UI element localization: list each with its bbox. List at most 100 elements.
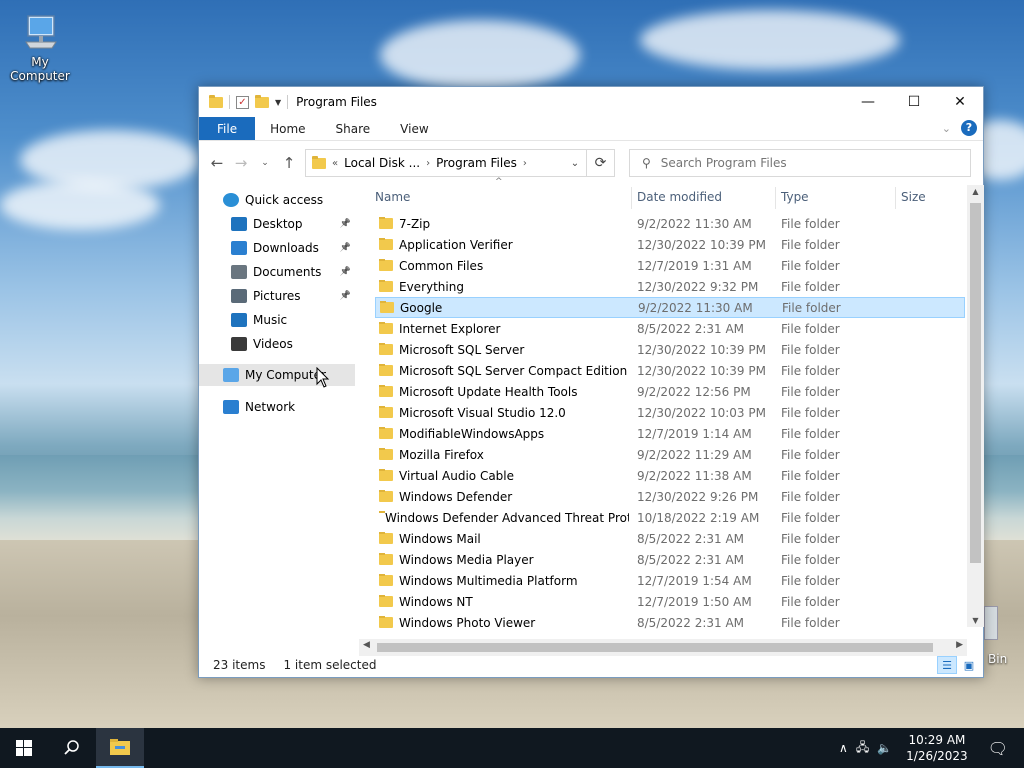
volume-icon[interactable]: 🔈	[877, 741, 892, 755]
table-row[interactable]: Windows Defender 12/30/2022 9:26 PM File f…	[375, 486, 965, 507]
sidebar-item-network[interactable]: Network	[199, 396, 355, 418]
table-row[interactable]: ModifiableWindowsApps 12/7/2019 1:14 AM Fi…	[375, 423, 965, 444]
sidebar-item-documents[interactable]: Documents 📌	[199, 261, 355, 283]
column-header-name[interactable]: Name	[375, 185, 410, 209]
view-switcher: ☰ ▣	[937, 656, 979, 674]
pin-icon[interactable]: 📌	[340, 219, 351, 229]
table-row[interactable]: Google 9/2/2022 11:30 AM File folder	[375, 297, 965, 318]
start-button[interactable]	[0, 728, 48, 768]
address-bar[interactable]: « Local Disk ... › Program Files › ⌄	[305, 149, 587, 177]
table-row[interactable]: 7-Zip 9/2/2022 11:30 AM File folder	[375, 213, 965, 234]
column-header-date[interactable]: Date modified	[637, 185, 722, 209]
tab-view[interactable]: View	[385, 117, 443, 140]
table-row[interactable]: Microsoft SQL Server 12/30/2022 10:39 PM F…	[375, 339, 965, 360]
title-bar[interactable]: ✓ ▼ Program Files — ☐ ✕	[199, 87, 983, 117]
help-icon[interactable]: ?	[961, 120, 977, 136]
large-icons-view-icon[interactable]: ▣	[959, 656, 979, 674]
tab-share[interactable]: Share	[321, 117, 386, 140]
customize-toolbar-icon[interactable]: ▼	[275, 98, 281, 107]
chevron-right-icon[interactable]: ›	[523, 158, 527, 169]
file-type: File folder	[781, 363, 840, 378]
new-folder-icon[interactable]	[255, 94, 269, 108]
table-row[interactable]: Windows NT 12/7/2019 1:50 AM File folder	[375, 591, 965, 612]
file-name: Google	[400, 300, 443, 315]
folder-icon	[379, 552, 393, 565]
table-row[interactable]: Microsoft Visual Studio 12.0 12/30/2022 1…	[375, 402, 965, 423]
expand-ribbon-icon[interactable]: ⌄	[942, 122, 951, 135]
scroll-up-icon[interactable]: ▲	[967, 187, 984, 196]
forward-button[interactable]: →	[229, 154, 253, 172]
table-row[interactable]: Application Verifier 12/30/2022 10:39 PM F…	[375, 234, 965, 255]
search-button[interactable]	[48, 728, 96, 768]
tab-file[interactable]: File	[199, 117, 256, 140]
date-modified: 12/30/2022 10:39 PM	[637, 363, 766, 378]
file-type: File folder	[781, 279, 840, 294]
table-row[interactable]: Everything 12/30/2022 9:32 PM File folder	[375, 276, 965, 297]
table-row[interactable]: Windows Photo Viewer 8/5/2022 2:31 AM File…	[375, 612, 965, 633]
table-row[interactable]: Internet Explorer 8/5/2022 2:31 AM File fo…	[375, 318, 965, 339]
overflow-icon[interactable]: «	[332, 158, 338, 169]
column-header-type[interactable]: Type	[781, 185, 809, 209]
vertical-scrollbar[interactable]: ▲ ▼	[967, 185, 984, 627]
show-hidden-icons-icon[interactable]: ∧	[839, 741, 848, 755]
back-button[interactable]: ←	[205, 154, 229, 172]
network-icon[interactable]: 🖧	[856, 738, 869, 759]
refresh-button[interactable]: ⟳	[587, 149, 615, 177]
sidebar-item-my-computer[interactable]: My Computer	[199, 364, 355, 386]
system-tray: ∧ 🖧 🔈 10:29 AM 1/26/2023 🗨	[839, 728, 1024, 768]
clock-time: 10:29 AM	[908, 733, 966, 747]
scroll-down-icon[interactable]: ▼	[967, 616, 984, 625]
table-row[interactable]: Microsoft SQL Server Compact Edition 12/3…	[375, 360, 965, 381]
chevron-right-icon[interactable]: ›	[426, 158, 430, 169]
table-row[interactable]: Virtual Audio Cable 9/2/2022 11:38 AM File…	[375, 465, 965, 486]
recent-locations-button[interactable]: ⌄	[253, 158, 277, 168]
column-divider[interactable]	[775, 187, 776, 209]
table-row[interactable]: Windows Multimedia Platform 12/7/2019 1:5…	[375, 570, 965, 591]
tab-home[interactable]: Home	[255, 117, 320, 140]
computer-icon	[223, 368, 239, 382]
table-row[interactable]: Mozilla Firefox 9/2/2022 11:29 AM File fol…	[375, 444, 965, 465]
desktop-icon-my-computer[interactable]: My Computer	[0, 12, 80, 83]
table-row[interactable]: Microsoft Update Health Tools 9/2/2022 12…	[375, 381, 965, 402]
pin-icon[interactable]: 📌	[340, 243, 351, 253]
column-header-size[interactable]: Size	[901, 185, 926, 209]
sidebar-item-label: Quick access	[245, 193, 324, 207]
scroll-left-icon[interactable]: ◀	[363, 640, 370, 650]
table-row[interactable]: Windows Defender Advanced Threat Prot...…	[375, 507, 965, 528]
scroll-thumb[interactable]	[970, 203, 981, 563]
taskbar-file-explorer[interactable]	[96, 728, 144, 768]
sidebar-item-quick-access[interactable]: Quick access	[199, 189, 355, 211]
minimize-button[interactable]: —	[845, 87, 891, 117]
search-input[interactable]	[660, 156, 941, 170]
sidebar-item-pictures[interactable]: Pictures 📌	[199, 285, 355, 307]
desktop-icon-recycle-bin[interactable]: Bin	[984, 606, 1007, 666]
pin-icon[interactable]: 📌	[340, 267, 351, 277]
address-dropdown-icon[interactable]: ⌄	[564, 158, 586, 169]
properties-icon[interactable]: ✓	[236, 95, 249, 109]
search-box[interactable]: ⚲	[629, 149, 971, 177]
date-modified: 12/30/2022 10:39 PM	[637, 237, 766, 252]
table-row[interactable]: Common Files 12/7/2019 1:31 AM File folder	[375, 255, 965, 276]
sidebar-item-videos[interactable]: Videos	[199, 333, 355, 355]
sidebar-item-desktop[interactable]: Desktop 📌	[199, 213, 355, 235]
table-row[interactable]: Windows Media Player 8/5/2022 2:31 AM File…	[375, 549, 965, 570]
notifications-icon[interactable]: 🗨	[982, 739, 1014, 758]
taskbar: ∧ 🖧 🔈 10:29 AM 1/26/2023 🗨	[0, 728, 1024, 768]
clock[interactable]: 10:29 AM 1/26/2023	[900, 732, 974, 764]
column-divider[interactable]	[631, 187, 632, 209]
close-button[interactable]: ✕	[937, 87, 983, 117]
sidebar-item-music[interactable]: Music	[199, 309, 355, 331]
scroll-thumb[interactable]	[377, 643, 933, 652]
up-button[interactable]: ↑	[277, 154, 301, 172]
file-name: Windows Mail	[399, 531, 481, 546]
column-divider[interactable]	[895, 187, 896, 209]
maximize-button[interactable]: ☐	[891, 87, 937, 117]
details-view-icon[interactable]: ☰	[937, 656, 957, 674]
table-row[interactable]: Windows Mail 8/5/2022 2:31 AM File folder	[375, 528, 965, 549]
file-name-cell: ModifiableWindowsApps	[379, 426, 629, 441]
breadcrumb-item[interactable]: Local Disk ...	[344, 156, 420, 170]
sidebar-item-downloads[interactable]: Downloads 📌	[199, 237, 355, 259]
pin-icon[interactable]: 📌	[340, 291, 351, 301]
breadcrumb-item[interactable]: Program Files	[436, 156, 517, 170]
scroll-right-icon[interactable]: ▶	[956, 640, 963, 650]
